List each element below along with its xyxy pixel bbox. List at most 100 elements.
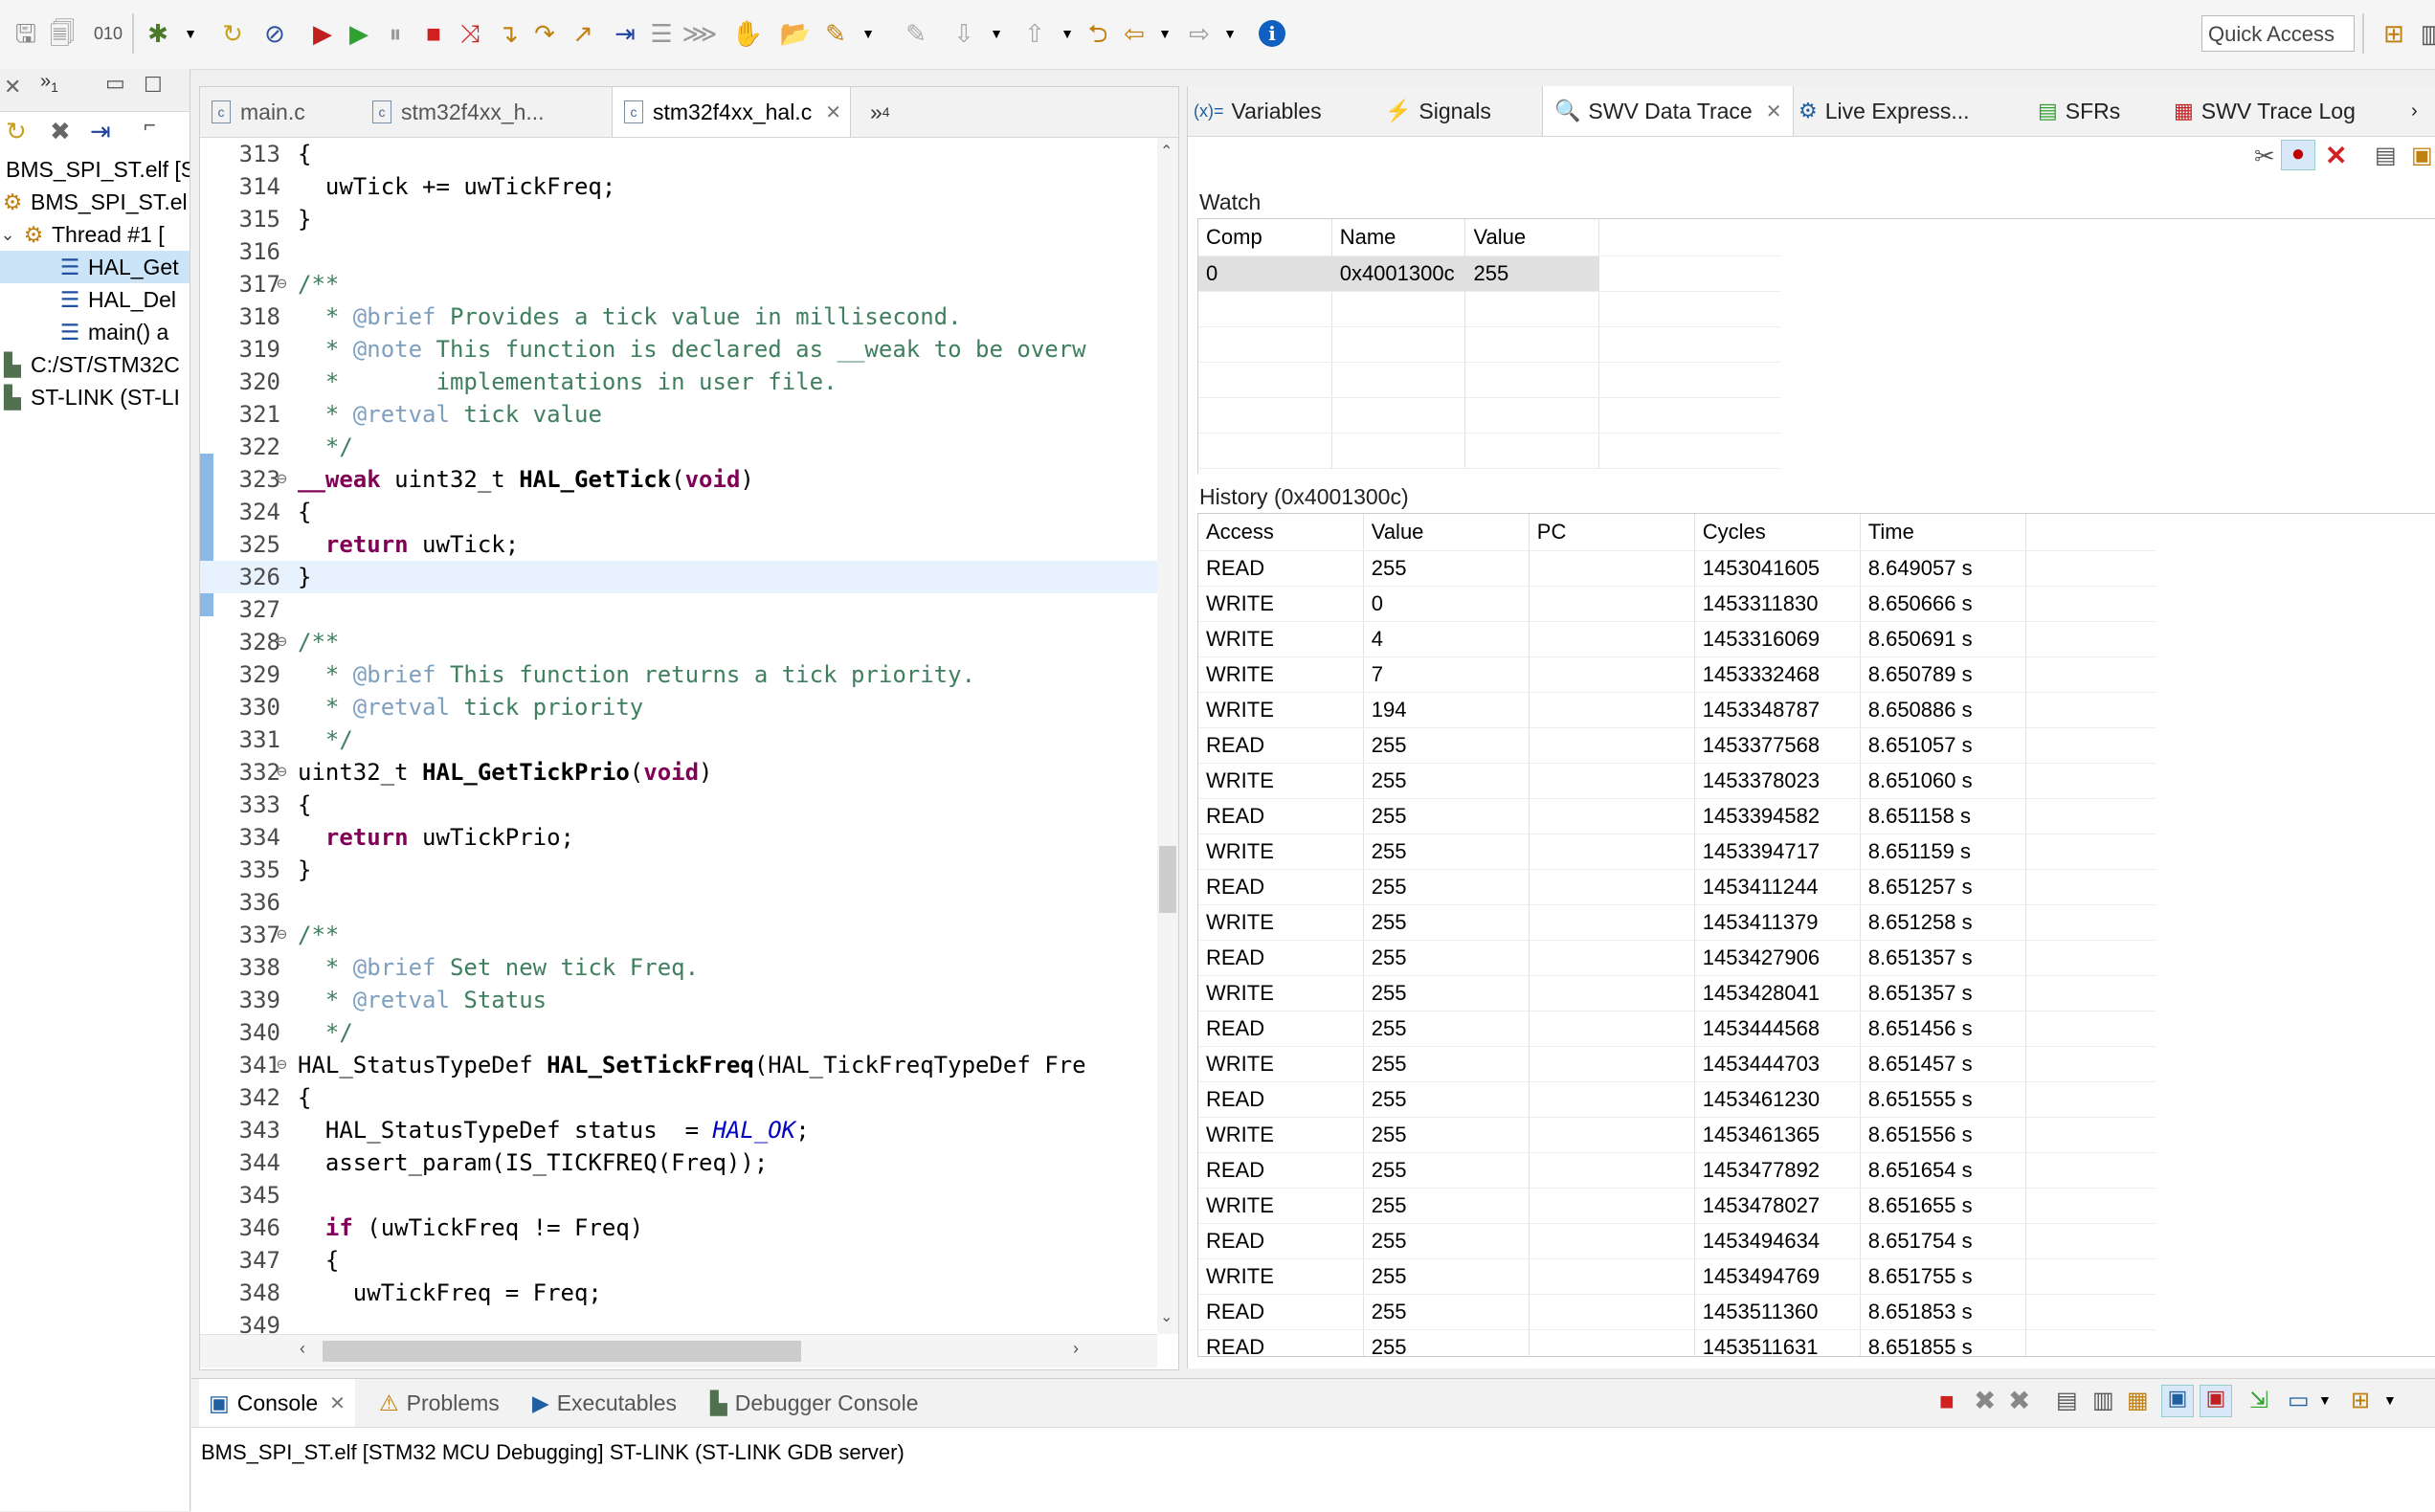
scroll-up-icon[interactable]: ⌃ (1160, 142, 1173, 161)
fold-toggle-icon[interactable]: ⊖ (277, 756, 296, 789)
filter-icon[interactable]: ⋙ (682, 17, 718, 50)
vertical-scrollbar[interactable]: ⌃ ⌄ (1157, 138, 1178, 1334)
history-row[interactable]: READ 255 1453411244 8.651257 s (1198, 869, 2156, 905)
terminate-icon[interactable]: ■ (1939, 1387, 1955, 1416)
history-row[interactable]: WRITE 255 1453444703 8.651457 s (1198, 1046, 2156, 1082)
previous-annotation-dropdown-icon[interactable]: ▼ (1051, 17, 1083, 50)
maximize-icon[interactable]: ☐ (144, 73, 163, 98)
display-console-dropdown-icon[interactable]: ▼ (2318, 1392, 2332, 1408)
pin-console-icon[interactable]: ⇲ (2249, 1387, 2268, 1414)
history-row[interactable]: READ 255 1453461230 8.651555 s (1198, 1081, 2156, 1118)
remove-launches-icon[interactable]: ✖ (50, 117, 71, 146)
history-row[interactable]: WRITE 0 1453311830 8.650666 s (1198, 586, 2156, 622)
tab-swv-data-trace[interactable]: 🔍 SWV Data Trace ✕ (1542, 86, 1795, 136)
watch-column-header[interactable]: Name (1331, 219, 1466, 256)
remove-launch-icon[interactable]: ✖ (1974, 1385, 1996, 1416)
code-line[interactable]: 346 if (uwTickFreq != Freq) (200, 1212, 1157, 1244)
code-line[interactable]: 325 return uwTick; (200, 528, 1157, 561)
word-wrap-icon[interactable]: ▦ (2127, 1387, 2149, 1414)
code-line[interactable]: 343 HAL_StatusTypeDef status = HAL_OK; (200, 1114, 1157, 1146)
horizontal-scrollbar[interactable]: ‹ › (200, 1334, 1157, 1367)
open-folder-icon[interactable]: 📂 (779, 17, 812, 50)
code-line[interactable]: 335} (200, 854, 1157, 886)
history-column-header[interactable]: Access (1198, 514, 1364, 551)
wand-dropdown-icon[interactable]: ▼ (852, 17, 884, 50)
code-line[interactable]: 347 { (200, 1244, 1157, 1277)
disconnect-icon[interactable]: ⤨ (454, 17, 486, 50)
watch-row[interactable]: 0 0x4001300c 255 (1198, 256, 1780, 292)
code-line[interactable]: 336 (200, 886, 1157, 919)
history-row[interactable]: READ 255 1453394582 8.651158 s (1198, 798, 2156, 834)
display-console-icon[interactable]: ▭ (2288, 1387, 2310, 1414)
tree-item-stack-frame-selected[interactable]: ☰ HAL_Get (0, 251, 190, 283)
code-line[interactable]: 344 assert_param(IS_TICKFREQ(Freq)); (200, 1146, 1157, 1179)
fold-toggle-icon[interactable]: ⊖ (277, 463, 296, 496)
tab-executables[interactable]: ▶ Executables (532, 1379, 677, 1427)
code-line[interactable]: 337 ⊖/** (200, 919, 1157, 951)
code-line[interactable]: 322 */ (200, 431, 1157, 463)
close-tab-icon[interactable]: ✕ (329, 1391, 346, 1415)
next-annotation-icon[interactable]: ⇩ (948, 17, 980, 50)
skip-breakpoints-icon[interactable]: ⊘ (258, 17, 291, 50)
open-console-dropdown-icon[interactable]: ▼ (2383, 1392, 2397, 1408)
terminate-icon[interactable]: ■ (417, 17, 450, 50)
history-column-header[interactable]: Time (1860, 514, 2026, 551)
tab-stm32f4xx-hal-c[interactable]: c stm32f4xx_hal.c ✕ (612, 87, 851, 137)
watch-column-header[interactable]: Value (1464, 219, 1600, 256)
code-line[interactable]: 333 { (200, 789, 1157, 821)
record-icon[interactable]: ● (2281, 140, 2315, 170)
last-edit-icon[interactable]: ⮌ (1082, 17, 1114, 50)
configure-trace-icon[interactable]: ✂ (2254, 142, 2275, 171)
code-line[interactable]: 328 ⊖/** (200, 626, 1157, 658)
code-line[interactable]: 316 (200, 235, 1157, 268)
history-row[interactable]: WRITE 255 1453411379 8.651258 s (1198, 904, 2156, 941)
overflow-icon[interactable]: »1 (40, 71, 58, 95)
history-row[interactable]: READ 255 1453477892 8.651654 s (1198, 1152, 2156, 1189)
history-row[interactable]: WRITE 255 1453461365 8.651556 s (1198, 1117, 2156, 1153)
clear-console-icon[interactable]: ▤ (2056, 1387, 2078, 1414)
scroll-down-icon[interactable]: ⌄ (1160, 1307, 1173, 1326)
debug-icon[interactable]: ✱ (142, 17, 174, 50)
step-return-icon[interactable]: ↗ (567, 17, 599, 50)
show-on-output-icon[interactable]: ▣ (2161, 1385, 2194, 1417)
history-row[interactable]: READ 255 1453041605 8.649057 s (1198, 550, 2156, 587)
code-line[interactable]: 340 */ (200, 1016, 1157, 1049)
resume-icon[interactable]: ▶ (343, 17, 375, 50)
tab-main-c[interactable]: c main.c (212, 87, 355, 137)
code-line[interactable]: 315} (200, 203, 1157, 235)
next-annotation-dropdown-icon[interactable]: ▼ (980, 17, 1013, 50)
code-line[interactable]: 332 ⊖ uint32_t HAL_GetTickPrio(void) (200, 756, 1157, 789)
code-line[interactable]: 324 { (200, 496, 1157, 528)
tab-swv-trace-log[interactable]: ▦ SWV Trace Log (2174, 86, 2356, 136)
history-row[interactable]: READ 255 1453511360 8.651853 s (1198, 1294, 2156, 1330)
code-line[interactable]: 331 */ (200, 723, 1157, 756)
wand-icon[interactable]: ✎ (819, 17, 852, 50)
tab-sfrs[interactable]: ▤ SFRs (2038, 86, 2120, 136)
save-icon[interactable]: 🖫 (10, 17, 42, 50)
code-line[interactable]: 326} (200, 561, 1157, 593)
minimize-icon[interactable]: ▭ (105, 71, 125, 96)
fold-toggle-icon[interactable]: ⊖ (277, 919, 296, 951)
open-perspective-icon[interactable]: ⊞ (2378, 17, 2410, 50)
step-mode-icon[interactable]: ⇥ (90, 117, 111, 146)
previous-annotation-icon[interactable]: ⇧ (1018, 17, 1051, 50)
back-icon[interactable]: ⇦ (1118, 17, 1150, 50)
scrollbar-thumb[interactable] (1159, 846, 1176, 913)
tree-item-stack-frame[interactable]: ☰ main() a (0, 316, 190, 348)
perspective-icon[interactable]: ▥ (2416, 17, 2435, 50)
code-line[interactable]: 317 ⊖/** (200, 268, 1157, 300)
clear-icon[interactable]: ✕ (2325, 140, 2347, 171)
code-line[interactable]: 338 * @brief Set new tick Freq. (200, 951, 1157, 984)
restart-icon[interactable]: ↻ (216, 17, 249, 50)
history-row[interactable]: READ 255 1453444568 8.651456 s (1198, 1011, 2156, 1047)
open-console-icon[interactable]: ⊞ (2351, 1387, 2370, 1414)
tree-item-process[interactable]: ⚙ BMS_SPI_ST.el (0, 186, 190, 218)
tab-debugger-console[interactable]: ▙ Debugger Console (710, 1379, 919, 1427)
settings-icon[interactable]: ▣ (2411, 142, 2433, 169)
info-icon[interactable]: i (1256, 17, 1288, 50)
quick-access-field[interactable]: Quick Access (2201, 15, 2355, 52)
history-row[interactable]: READ 255 1453427906 8.651357 s (1198, 940, 2156, 976)
tab-variables[interactable]: (x)= Variables (1194, 86, 1322, 136)
scroll-right-icon[interactable]: › (1073, 1339, 1079, 1359)
fold-toggle-icon[interactable]: ⊖ (277, 626, 296, 658)
